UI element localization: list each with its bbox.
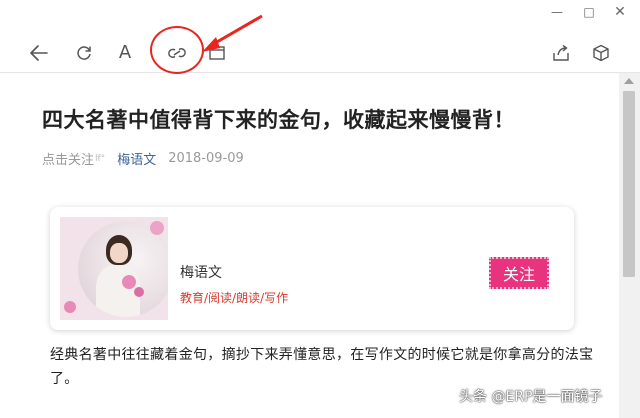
watermark: 头条 @ERP是一面镜子: [459, 389, 603, 405]
cube-icon[interactable]: [588, 40, 614, 66]
article-paragraph: 经典名著中往往藏着金句，摘抄下来弄懂意思，在写作文的时候它就是你拿高分的法宝了。: [50, 347, 594, 387]
toolbar-divider: [0, 72, 640, 73]
follow-button[interactable]: 关注: [489, 257, 549, 289]
article-meta: 点击关注 lf° 梅语文 2018-09-09: [42, 149, 244, 168]
maximize-button[interactable]: □: [580, 4, 598, 20]
publish-date: 2018-09-09: [168, 151, 244, 166]
scroll-up-arrow-icon[interactable]: [624, 78, 634, 84]
card-author-tags: 教育/阅读/朗读/写作: [180, 291, 289, 305]
avatar-face: [110, 243, 128, 263]
flower-icon: [64, 301, 76, 313]
card-author-name[interactable]: 梅语文: [180, 262, 222, 282]
vertical-scrollbar[interactable]: [619, 73, 640, 418]
back-arrow-icon[interactable]: [26, 40, 52, 66]
toolbar: A: [0, 36, 640, 70]
font-icon[interactable]: A: [112, 40, 138, 66]
avatar[interactable]: [60, 217, 168, 320]
follow-link[interactable]: 点击关注: [42, 149, 94, 168]
refresh-icon[interactable]: [71, 40, 97, 66]
flower-icon: [134, 287, 144, 297]
share-icon[interactable]: [548, 40, 574, 66]
author-link[interactable]: 梅语文: [117, 149, 156, 168]
article-title: 四大名著中值得背下来的金句，收藏起来慢慢背！: [42, 108, 515, 132]
minimize-button[interactable]: —: [548, 4, 566, 20]
close-button[interactable]: ✕: [611, 4, 629, 20]
author-card: 梅语文 教育/阅读/朗读/写作 关注: [50, 207, 574, 330]
scroll-thumb[interactable]: [623, 91, 635, 277]
annotation-arrow-icon: [202, 14, 263, 52]
font-icon-glyph: A: [118, 42, 132, 63]
follow-link-icon: lf°: [95, 153, 106, 164]
avatar-photo: [78, 221, 168, 317]
flower-icon: [150, 221, 164, 235]
flower-icon: [122, 275, 136, 289]
